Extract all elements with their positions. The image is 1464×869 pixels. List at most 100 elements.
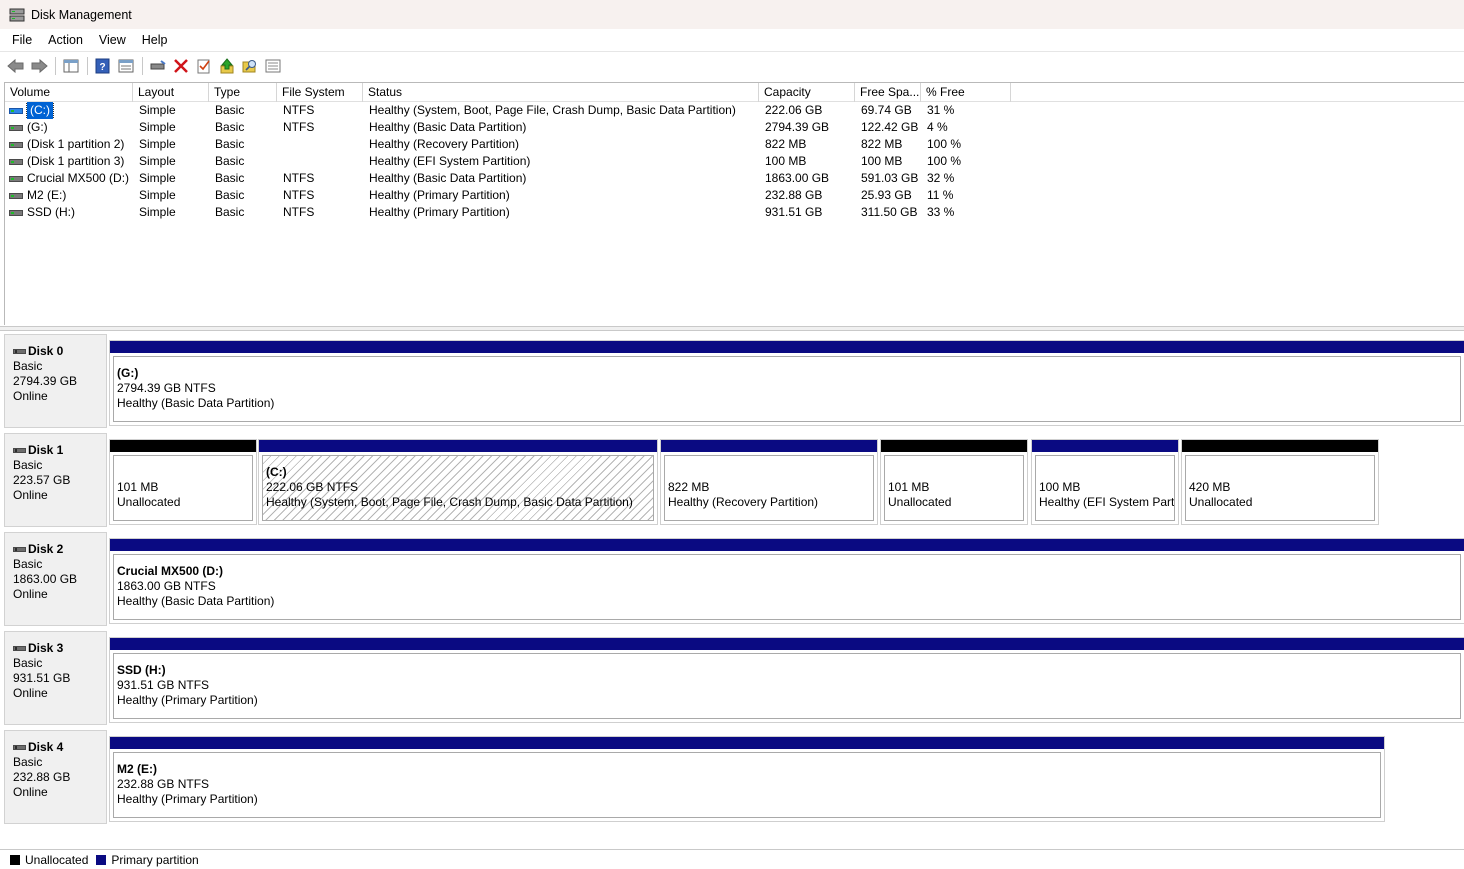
- checklist-icon[interactable]: [193, 55, 215, 77]
- unallocated-space[interactable]: 420 MB Unallocated: [1181, 439, 1379, 525]
- forward-icon[interactable]: [28, 55, 50, 77]
- cell-free: 311.50 GB: [861, 205, 918, 219]
- window-title: Disk Management: [31, 7, 132, 22]
- partition-color-bar: [1032, 440, 1178, 452]
- show-hide-console-tree-icon[interactable]: [60, 55, 82, 77]
- cell-status: Healthy (Recovery Partition): [369, 137, 520, 151]
- disk-label[interactable]: Disk 3 Basic 931.51 GB Online: [4, 631, 107, 725]
- toolbar-separator: [55, 56, 56, 75]
- column-header-type[interactable]: Type: [209, 83, 277, 102]
- table-row[interactable]: (G:) Simple Basic NTFS Healthy (Basic Data P…: [5, 119, 1464, 136]
- cell-volume: (C:): [5, 102, 133, 119]
- cell-free: 69.74 GB: [861, 103, 912, 117]
- disk-label[interactable]: Disk 2 Basic 1863.00 GB Online: [4, 532, 107, 626]
- cell-capacity: 100 MB: [765, 154, 807, 168]
- cell-free: 25.93 GB: [861, 188, 912, 202]
- details-icon[interactable]: [262, 55, 284, 77]
- cell-pct: 4 %: [927, 120, 948, 134]
- partition-name: M2 (E:): [117, 762, 157, 776]
- cell-fs: NTFS: [283, 120, 315, 134]
- column-header-layout[interactable]: Layout: [133, 83, 209, 102]
- disk-graphical-view: Disk 0 Basic 2794.39 GB Online (G:) 2794.39 G…: [4, 331, 1464, 831]
- column-header-status[interactable]: Status: [363, 83, 759, 102]
- toolbar: ?: [0, 51, 1464, 79]
- cell-free: 100 MB: [861, 154, 903, 168]
- cell-fs: NTFS: [283, 103, 315, 117]
- partition-block[interactable]: SSD (H:) 931.51 GB NTFS Healthy (Primary P…: [109, 637, 1464, 723]
- cell-type: Basic: [215, 171, 245, 185]
- volume-name: (G:): [27, 120, 48, 134]
- cell-pct: 11 %: [927, 188, 954, 202]
- column-header-free-space[interactable]: Free Spa...: [855, 83, 921, 102]
- disk-name-text: Disk 3: [28, 641, 64, 655]
- menu-help[interactable]: Help: [134, 31, 176, 49]
- disk-type: Basic: [13, 755, 43, 769]
- cell-pct: 100 %: [927, 154, 962, 168]
- unallocated-space[interactable]: 101 MB Unallocated: [880, 439, 1028, 525]
- column-header-capacity[interactable]: Capacity: [759, 83, 855, 102]
- back-icon[interactable]: [5, 55, 27, 77]
- disk-icon: [13, 745, 26, 750]
- column-header-volume[interactable]: Volume: [5, 83, 133, 102]
- column-header-file-system[interactable]: File System: [277, 83, 363, 102]
- partition-body: 100 MB Healthy (EFI System Partit: [1035, 455, 1175, 521]
- menu-view[interactable]: View: [91, 31, 134, 49]
- disk-name: Disk 1: [13, 443, 106, 458]
- disk-type: Basic: [13, 359, 43, 373]
- table-row[interactable]: (Disk 1 partition 3) Simple Basic Healthy (…: [5, 153, 1464, 170]
- cell-status: Healthy (EFI System Partition): [369, 154, 531, 168]
- table-row[interactable]: (Disk 1 partition 2) Simple Basic Healthy (…: [5, 136, 1464, 153]
- partition-block[interactable]: M2 (E:) 232.88 GB NTFS Healthy (Primary Pa…: [109, 736, 1385, 822]
- column-header-percent-free[interactable]: % Free: [921, 83, 1011, 102]
- partition-status: Unallocated: [117, 495, 181, 509]
- properties-icon[interactable]: [115, 55, 137, 77]
- partition-block[interactable]: Crucial MX500 (D:) 1863.00 GB NTFS Healthy…: [109, 538, 1464, 624]
- disk-size: 931.51 GB: [13, 671, 71, 685]
- table-row[interactable]: Crucial MX500 (D:) Simple Basic NTFS Healthy…: [5, 170, 1464, 187]
- partition-status: Healthy (EFI System Partit: [1039, 495, 1175, 509]
- disk-name: Disk 0: [13, 344, 106, 359]
- volume-list[interactable]: Volume Layout Type File System Status Ca…: [4, 82, 1464, 325]
- menu-file[interactable]: File: [4, 31, 40, 49]
- move-up-icon[interactable]: [216, 55, 238, 77]
- partition-size: 100 MB: [1039, 480, 1081, 494]
- cell-type: Basic: [215, 205, 245, 219]
- legend-label: Primary partition: [111, 852, 199, 867]
- partition-color-bar: [110, 638, 1464, 650]
- partition-size: 822 MB: [668, 480, 710, 494]
- partition-block[interactable]: 822 MB Healthy (Recovery Partition): [660, 439, 878, 525]
- partition-block[interactable]: (C:) 222.06 GB NTFS Healthy (System, Boot,…: [258, 439, 658, 525]
- disk-name-text: Disk 1: [28, 443, 64, 457]
- cell-type: Basic: [215, 103, 245, 117]
- cell-type: Basic: [215, 154, 245, 168]
- partition-size: 2794.39 GB NTFS: [117, 381, 216, 395]
- disk-label[interactable]: Disk 0 Basic 2794.39 GB Online: [4, 334, 107, 428]
- volume-icon: [9, 141, 23, 148]
- delete-icon[interactable]: [170, 55, 192, 77]
- disk-label[interactable]: Disk 4 Basic 232.88 GB Online: [4, 730, 107, 824]
- disk-label[interactable]: Disk 1 Basic 223.57 GB Online: [4, 433, 107, 527]
- connect-disk-icon[interactable]: [147, 55, 169, 77]
- partition-block[interactable]: (G:) 2794.39 GB NTFS Healthy (Basic Data P…: [109, 340, 1464, 426]
- legend-label: Unallocated: [25, 852, 89, 867]
- disk-icon: [13, 349, 26, 354]
- table-row[interactable]: (C:) Simple Basic NTFS Healthy (System, Boot…: [5, 102, 1464, 119]
- help-icon[interactable]: ?: [92, 55, 114, 77]
- cell-free: 591.03 GB: [861, 171, 919, 185]
- partition-color-bar: [661, 440, 877, 452]
- cell-capacity: 232.88 GB: [765, 188, 823, 202]
- partition-name: SSD (H:): [117, 663, 166, 677]
- disk-row: Disk 2 Basic 1863.00 GB Online Crucial MX500…: [4, 529, 1464, 626]
- table-row[interactable]: M2 (E:) Simple Basic NTFS Healthy (Primary P…: [5, 187, 1464, 204]
- unallocated-space[interactable]: 101 MB Unallocated: [109, 439, 257, 525]
- table-row[interactable]: SSD (H:) Simple Basic NTFS Healthy (Primary …: [5, 204, 1464, 221]
- cell-volume: (G:): [5, 119, 133, 136]
- cell-volume: Crucial MX500 (D:): [5, 170, 133, 187]
- partition-size: 232.88 GB NTFS: [117, 777, 210, 791]
- menu-action[interactable]: Action: [40, 31, 91, 49]
- partition-block[interactable]: 100 MB Healthy (EFI System Partit: [1031, 439, 1179, 525]
- partition-body: (C:) 222.06 GB NTFS Healthy (System, Boot,…: [262, 455, 654, 521]
- disk-size: 1863.00 GB: [13, 572, 78, 586]
- search-icon[interactable]: [239, 55, 261, 77]
- disk-status: Online: [13, 488, 48, 502]
